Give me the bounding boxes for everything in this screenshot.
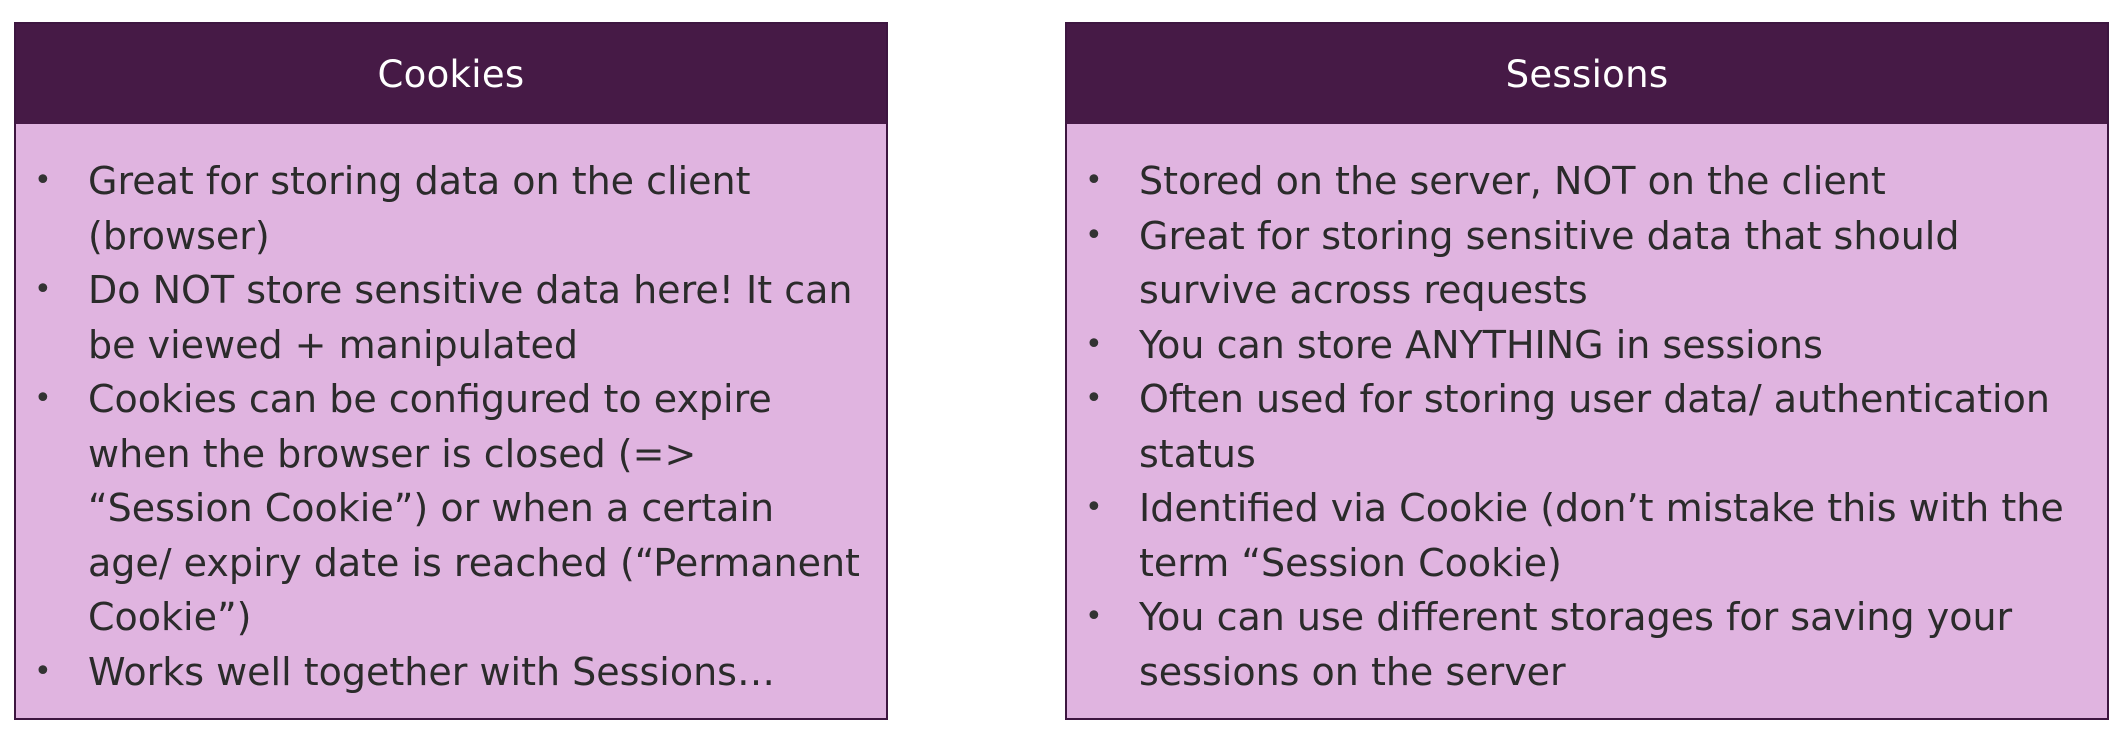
- cookies-bullet-item: Works well together with Sessions…: [16, 645, 866, 700]
- sessions-bullet-list: Stored on the server, NOT on the client …: [1067, 124, 2107, 699]
- sessions-bullet-item: Identified via Cookie (don’t mistake thi…: [1067, 481, 2087, 590]
- cookies-bullet-item: Do NOT store sensitive data here! It can…: [16, 263, 866, 372]
- cookies-card-title: Cookies: [16, 24, 886, 124]
- sessions-card-title: Sessions: [1067, 24, 2107, 124]
- sessions-bullet-item: Great for storing sensitive data that sh…: [1067, 209, 2087, 318]
- sessions-bullet-item: Often used for storing user data/ authen…: [1067, 372, 2087, 481]
- cookies-card: Cookies Great for storing data on the cl…: [14, 22, 888, 720]
- sessions-card: Sessions Stored on the server, NOT on th…: [1065, 22, 2109, 720]
- sessions-bullet-item: You can use different storages for savin…: [1067, 590, 2087, 699]
- cookies-bullet-list: Great for storing data on the client (br…: [16, 124, 886, 699]
- cookies-bullet-item: Cookies can be configured to expire when…: [16, 372, 866, 645]
- cookies-bullet-item: Great for storing data on the client (br…: [16, 154, 866, 263]
- sessions-bullet-item: Stored on the server, NOT on the client: [1067, 154, 2087, 209]
- sessions-bullet-item: You can store ANYTHING in sessions: [1067, 318, 2087, 373]
